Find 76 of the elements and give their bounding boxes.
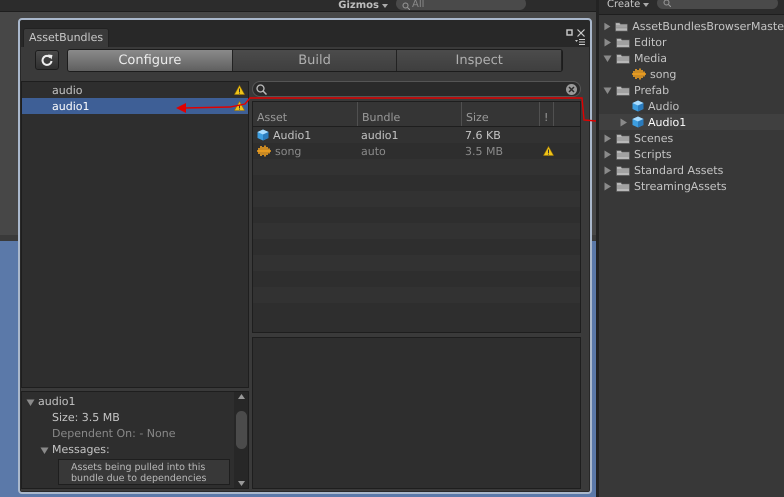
tree-item[interactable]: Audio xyxy=(599,98,784,114)
scrollbar[interactable] xyxy=(234,392,248,488)
collapsed-arrow-icon[interactable] xyxy=(603,150,612,158)
tree-item[interactable]: Standard Assets xyxy=(599,162,784,178)
expanded-arrow-icon[interactable] xyxy=(40,446,49,454)
size-value: 7.6 KB xyxy=(465,128,501,142)
down-arrow-icon[interactable] xyxy=(238,481,244,486)
tree-item[interactable]: AssetBundlesBrowserMaste xyxy=(599,18,784,34)
bundle-item[interactable]: audio1 xyxy=(22,98,248,114)
folder-icon xyxy=(616,164,630,176)
folder-icon xyxy=(616,148,630,160)
collapsed-arrow-icon[interactable] xyxy=(603,182,612,190)
column-header[interactable]: Size xyxy=(461,102,539,126)
bundle-name: audio1 xyxy=(361,128,398,142)
expanded-arrow-icon[interactable] xyxy=(603,54,612,62)
folder-icon xyxy=(616,180,630,192)
collapsed-arrow-icon[interactable] xyxy=(619,118,628,126)
folder-icon xyxy=(616,84,630,96)
column-header[interactable]: Bundle xyxy=(357,102,461,126)
tree-item[interactable]: Scenes xyxy=(599,130,784,146)
refresh-button[interactable] xyxy=(35,50,59,70)
size-text: Size: 3.5 MB xyxy=(52,411,120,425)
tree-item[interactable]: song xyxy=(599,66,784,82)
folder-icon xyxy=(616,36,630,48)
cube-icon xyxy=(632,100,644,112)
mode-tab[interactable]: Build xyxy=(232,50,398,70)
search-icon xyxy=(663,0,672,7)
mode-tab[interactable]: Inspect xyxy=(397,50,562,70)
message-text: Assets being pulled into this bundle due to dependencies xyxy=(58,459,230,485)
scrollbar-thumb[interactable] xyxy=(236,411,246,449)
maximize-icon[interactable] xyxy=(566,29,573,36)
search-icon xyxy=(256,84,267,94)
gizmos-dropdown[interactable]: Gizmos xyxy=(338,0,388,11)
close-icon[interactable] xyxy=(577,29,585,37)
asset-name: song xyxy=(275,144,302,158)
collapsed-arrow-icon[interactable] xyxy=(603,166,612,174)
collapsed-arrow-icon[interactable] xyxy=(603,38,612,46)
project-search-field[interactable] xyxy=(657,0,778,9)
messages-label: Messages: xyxy=(52,443,110,457)
tree-item[interactable]: Scripts xyxy=(599,146,784,162)
cube-icon xyxy=(257,129,269,141)
up-arrow-icon[interactable] xyxy=(238,394,244,399)
column-header[interactable]: Asset xyxy=(253,102,357,126)
folder-icon xyxy=(615,20,628,32)
folder-icon xyxy=(616,52,630,64)
column-header[interactable]: ! xyxy=(539,102,553,126)
tree-item[interactable]: Audio1 xyxy=(599,114,784,130)
table-row[interactable]: song auto 3.5 MB xyxy=(253,143,580,159)
expanded-arrow-icon[interactable] xyxy=(603,86,612,94)
folder-icon xyxy=(616,132,630,144)
size-value: 3.5 MB xyxy=(465,144,504,158)
bundle-title: audio1 xyxy=(38,395,76,409)
cube-icon xyxy=(632,116,644,128)
menu-icon[interactable] xyxy=(575,39,585,45)
expanded-arrow-icon[interactable] xyxy=(26,398,35,406)
search-icon xyxy=(402,2,410,10)
refresh-icon xyxy=(41,54,53,66)
collapsed-arrow-icon[interactable] xyxy=(603,134,612,142)
table-row[interactable]: Audio1 audio1 7.6 KB xyxy=(253,127,580,143)
tree-item[interactable]: Prefab xyxy=(599,82,784,98)
tree-item[interactable]: Media xyxy=(599,50,784,66)
audio-wave-icon xyxy=(632,68,646,80)
caret-icon xyxy=(382,4,388,8)
caret-icon xyxy=(643,2,650,6)
asset-name: Audio1 xyxy=(273,128,312,142)
tree-item[interactable]: Editor xyxy=(599,34,784,50)
mode-tab[interactable]: Configure xyxy=(68,50,233,70)
asset-search-field[interactable] xyxy=(252,81,581,97)
clear-icon[interactable] xyxy=(566,84,577,94)
bundle-name: auto xyxy=(361,144,386,158)
audio-wave-icon xyxy=(257,145,271,157)
bundle-item[interactable]: audio xyxy=(22,82,248,98)
collapsed-arrow-icon[interactable] xyxy=(603,22,612,30)
tree-item[interactable]: StreamingAssets xyxy=(599,178,784,194)
window-tab[interactable]: AssetBundles xyxy=(23,28,110,47)
dependency-text: Dependent On: - None xyxy=(52,427,176,441)
